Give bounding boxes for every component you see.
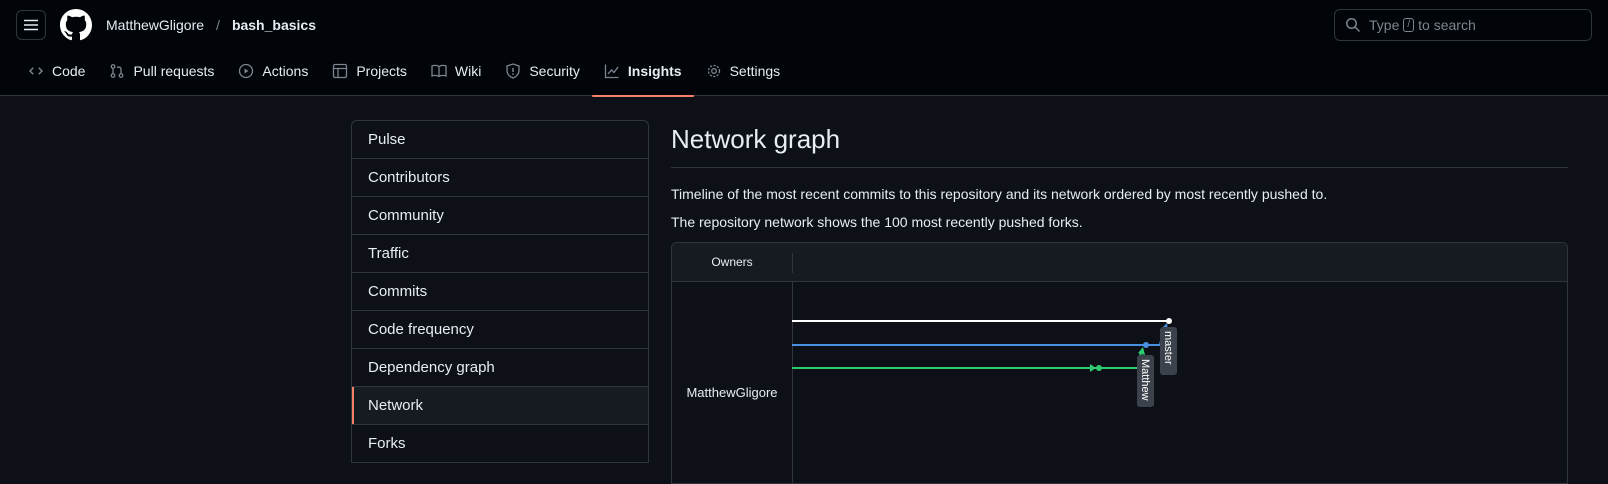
sidebar-item-pulse[interactable]: Pulse [352,121,648,159]
tab-security[interactable]: Security [493,50,592,96]
tab-actions[interactable]: Actions [226,50,320,96]
sidebar-item-network[interactable]: Network [352,387,648,425]
tab-label: Projects [356,63,407,79]
tab-label: Actions [262,63,309,79]
repo-tabs: Code Pull requests Actions Projects Wiki… [0,50,1608,97]
book-icon [431,64,447,78]
network-graph[interactable]: Owners MatthewGligore master Matthew [671,242,1568,484]
branch-label-master: master [1162,331,1174,365]
sidebar-item-traffic[interactable]: Traffic [352,235,648,273]
search-prefix: Type [1369,17,1400,33]
tab-pull-requests[interactable]: Pull requests [97,50,226,96]
tab-code[interactable]: Code [16,50,97,96]
commit-dot-master[interactable] [1166,318,1172,324]
search-input[interactable]: Type / to search [1334,9,1592,41]
sidebar-item-code-frequency[interactable]: Code frequency [352,311,648,349]
play-circle-icon [239,63,254,79]
tab-insights[interactable]: Insights [591,50,694,97]
github-logo-icon[interactable] [60,9,92,41]
tab-label: Pull requests [133,63,215,79]
code-icon [29,67,43,75]
sidebar-item-forks[interactable]: Forks [352,425,648,463]
menu-button[interactable] [16,10,46,40]
main-content: Network graph Timeline of the most recen… [671,120,1568,484]
breadcrumb-separator: / [216,17,220,33]
page-title: Network graph [671,124,1568,168]
shield-icon [506,63,520,79]
breadcrumb: MatthewGligore / bash_basics [106,17,316,33]
pull-request-icon [111,64,124,78]
tab-label: Wiki [454,63,482,79]
app-header: MatthewGligore / bash_basics Type / to s… [0,0,1608,97]
tab-projects[interactable]: Projects [320,50,419,96]
commit-dot-green[interactable] [1096,365,1102,371]
graph-icon [604,64,619,79]
tab-settings[interactable]: Settings [694,50,793,96]
branch-arrow-green-mid [1090,364,1096,372]
branch-merge-green [1102,350,1142,369]
tab-label: Code [52,63,86,79]
gear-icon [707,64,720,78]
search-suffix: to search [1418,17,1476,33]
table-icon [333,63,348,79]
sidebar-item-dependency-graph[interactable]: Dependency graph [352,349,648,387]
description-network: The repository network shows the 100 mos… [671,214,1083,230]
branch-graph: master Matthew [792,318,1177,407]
hamburger-icon [24,19,38,31]
tab-label: Insights [627,63,682,79]
tab-label: Settings [729,63,781,79]
search-icon [1346,18,1361,33]
insights-sidebar: Pulse Contributors Community Traffic Com… [351,120,649,463]
sidebar-item-commits[interactable]: Commits [352,273,648,311]
description-timeline: Timeline of the most recent commits to t… [671,186,1328,202]
search-shortcut-key: / [1403,18,1415,32]
commit-dot-blue[interactable] [1143,342,1149,348]
branch-label-matthew: Matthew [1139,359,1151,401]
owner-link[interactable]: MatthewGligore [106,17,204,33]
repo-link[interactable]: bash_basics [232,17,316,33]
top-bar: MatthewGligore / bash_basics Type / to s… [0,0,1608,50]
sidebar-item-community[interactable]: Community [352,197,648,235]
tab-wiki[interactable]: Wiki [419,50,493,96]
branch-arrow-green [1138,347,1145,355]
sidebar-item-contributors[interactable]: Contributors [352,159,648,197]
tab-label: Security [529,63,580,79]
